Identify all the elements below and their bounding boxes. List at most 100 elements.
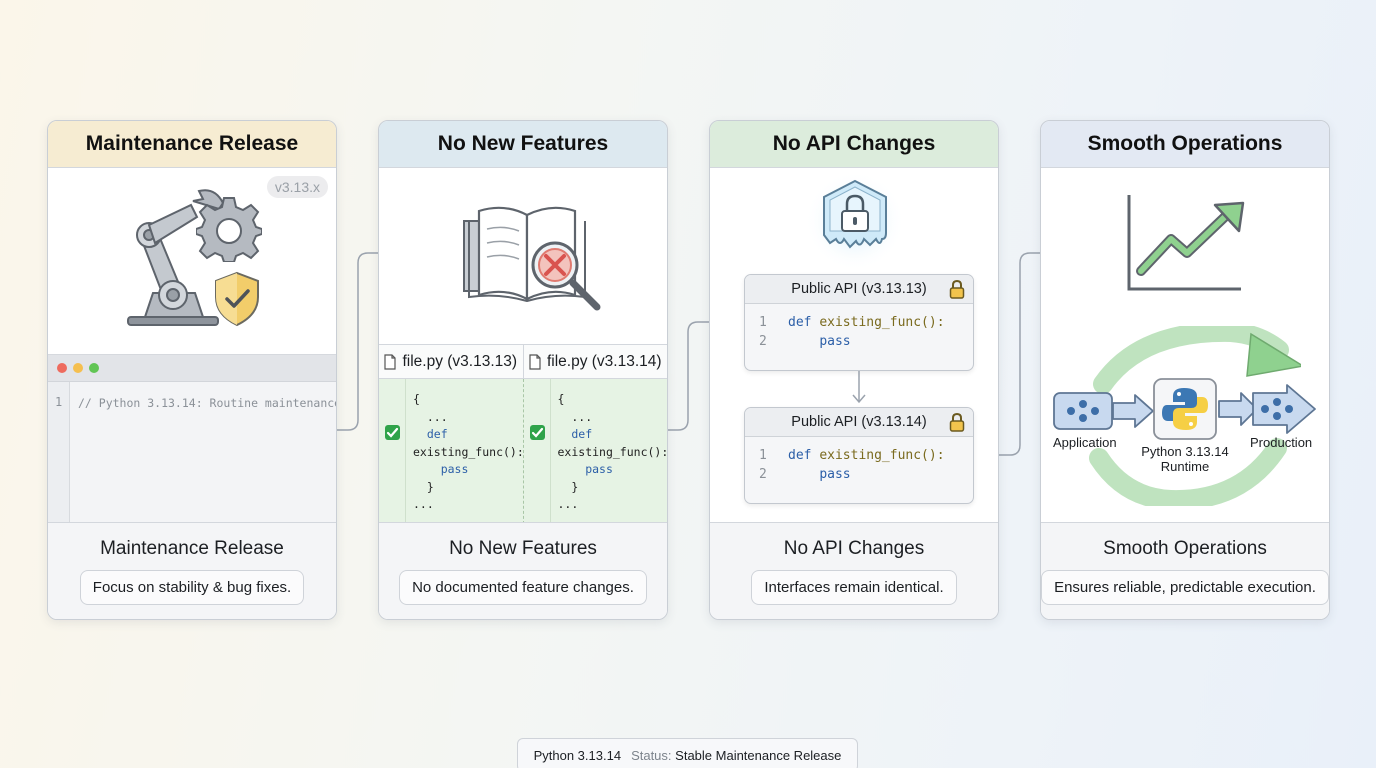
code-line: pass [788,332,945,351]
card-footer: Smooth Operations Ensures reliable, pred… [1041,522,1329,619]
keyword: def [788,448,812,463]
app-chip-icon [1053,392,1154,430]
editor-title-bar [48,355,336,382]
file-icon [529,353,541,370]
diff-right-header: file.py (v3.13.14) [522,345,668,378]
footer-description: No documented feature changes. [399,570,647,605]
card-footer: No API Changes Interfaces remain identic… [710,522,998,619]
diff-right-filename: file.py (v3.13.14) [546,352,662,370]
code-line: { [413,392,420,406]
code-line: existing_func(): [413,444,524,459]
function-name: existing_func(): [819,448,945,463]
code-line: } [413,479,434,494]
code-line: pass [413,462,469,476]
card-header: Smooth Operations [1041,121,1329,168]
api-box-old: Public API (v3.13.13) 12 def existing_fu… [744,274,974,371]
api-code: 12 def existing_func(): pass [745,437,973,503]
code-line: def [557,427,593,441]
status-value: Stable Maintenance Release [675,748,842,763]
diff-left-code: { ... def existing_func(): pass }... [413,391,524,514]
diff-left-filename: file.py (v3.13.13) [402,352,518,370]
card-maintenance-release: Maintenance Release v3.13.x 1 // Python … [47,120,337,620]
card-header: No New Features [379,121,667,168]
code-line: ... [557,497,579,511]
runtime-label-line: Python 3.13.14 [1141,444,1229,459]
diff-right-pane: { ... def existing_func(): pass }... [522,379,668,524]
maximize-dot-icon [89,363,99,373]
card-footer: Maintenance Release Focus on stability &… [48,522,336,619]
editor-code-line: // Python 3.13.14: Routine maintenance. [78,396,337,410]
code-line: { [557,392,565,406]
footer-title: No New Features [449,538,597,559]
line-number: 1 [759,448,767,463]
diff-gutter [379,379,406,524]
trend-chart-icon [1127,195,1245,291]
connector-1-2 [337,252,378,431]
line-numbers: 12 [759,446,767,484]
footer-title: Smooth Operations [1103,538,1267,559]
status-version: Python 3.13.14 [533,748,622,763]
production-chip-icon [1218,384,1316,434]
magnifier-cross-icon [531,241,601,311]
api-source: def existing_func(): pass [788,446,945,484]
card-footer: No New Features No documented feature ch… [379,522,667,619]
card-header: Maintenance Release [48,121,336,168]
line-numbers: 12 [759,313,767,351]
code-line: ... [557,409,593,424]
api-box-title: Public API (v3.13.13) [745,275,973,304]
card-no-new-features: No New Features file.py (v3.13.13) file.… [378,120,668,620]
footer-title: Maintenance Release [100,538,284,559]
file-icon [384,353,397,370]
diff-body: { ... def existing_func(): pass }... { ..… [379,379,667,524]
line-number: 2 [759,467,767,482]
ice-lock-icon [805,173,905,269]
down-arrow-icon [852,371,866,404]
footer-title: No API Changes [783,538,925,559]
check-icon [385,425,400,440]
code-line: pass [557,462,613,476]
line-number: 2 [759,334,767,349]
api-box-title-text: Public API (v3.13.13) [791,281,927,297]
api-box-title-text: Public API (v3.13.14) [791,414,927,430]
python-logo-icon [1153,378,1217,440]
api-box-title: Public API (v3.13.14) [745,408,973,437]
status-detail: Status: Stable Maintenance Release [631,748,841,763]
keyword: pass [819,334,851,349]
keyword: def [788,315,812,330]
diff-left-pane: { ... def existing_func(): pass }... [379,379,524,524]
code-line: ... [413,409,448,424]
code-line: existing_func(): [557,444,668,459]
status-key: Status: [631,748,672,763]
line-number: 1 [759,315,767,330]
footer-description: Interfaces remain identical. [751,570,957,605]
close-dot-icon [57,363,67,373]
lock-icon [949,413,965,432]
diff-right-code: { ... def existing_func(): pass }... [557,391,668,514]
code-line: def [413,427,448,441]
code-line: ... [413,497,434,511]
gear-icon [196,197,262,262]
runtime-label: Python 3.13.14 Runtime [1135,444,1235,474]
footer-description: Focus on stability & bug fixes. [79,570,305,605]
shield-check-icon [215,271,259,327]
lock-icon [949,280,965,299]
diff-gutter [524,379,551,524]
api-source: def existing_func(): pass [788,313,945,351]
status-bar: Python 3.13.14 Status: Stable Maintenanc… [517,738,858,768]
diff-header: file.py (v3.13.13) file.py (v3.13.14) [379,344,667,379]
minimize-dot-icon [73,363,83,373]
api-box-new: Public API (v3.13.14) 12 def existing_fu… [744,407,974,504]
card-header: No API Changes [710,121,998,168]
application-label: Application [1053,435,1117,450]
code-line: pass [788,465,945,484]
editor-line-number: 1 [55,395,63,409]
function-name: existing_func(): [819,315,945,330]
card-no-api-changes: No API Changes Public API (v3.13.13) 12 … [709,120,999,620]
code-line: } [557,479,579,494]
footer-description: Ensures reliable, predictable execution. [1041,570,1329,605]
card-smooth-operations: Smooth Operations Application Python 3.1… [1040,120,1330,620]
diff-left-header: file.py (v3.13.13) [379,345,523,378]
check-icon [529,425,545,440]
code-line: def existing_func(): [788,313,945,332]
production-label: Production [1250,435,1313,450]
